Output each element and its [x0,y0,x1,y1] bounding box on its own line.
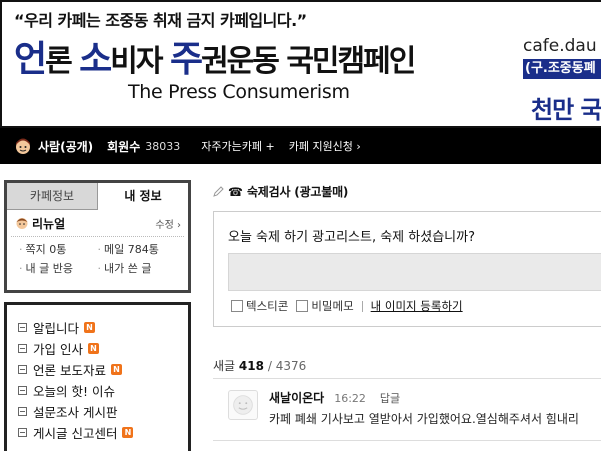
new-badge: N [122,427,134,438]
board-icon [18,344,27,353]
survey-question: 오늘 숙제 하기 광고리스트, 숙제 하셨습니까? [228,230,475,245]
user-nickname[interactable]: 리뉴얼 [32,215,65,232]
board-title: ☎ 숙제검사 (광고불매) [213,183,348,200]
comment-time: 16:22 [334,392,366,405]
board-title-text: 숙제검사 (광고불매) [246,185,349,199]
texticon-label: 텍스티콘 [246,299,289,313]
members-count: 38033 [145,139,181,153]
my-post-reactions-link[interactable]: · 내 글 반응 [19,260,98,276]
info-tabs: 카페정보 내 정보 [7,183,188,210]
menu-item-notices[interactable]: 알립니다 N [7,317,188,338]
new-badge: N [84,322,96,333]
board-menu: 알립니다 N 가입 인사 N 언론 보도자료 N 오늘의 핫! 이슈 설문조사 … [4,302,191,451]
new-badge: N [110,364,122,375]
menu-item-greetings[interactable]: 가입 인사 N [7,338,188,359]
commenter-avatar [228,390,258,420]
user-row: 리뉴얼 수정 › [7,210,188,236]
cafe-apply-link[interactable]: 카페 지원신청 › [289,138,361,154]
board-icon [18,323,27,332]
menu-item-survey-board[interactable]: 설문조사 게시판 [7,401,188,422]
new-badge: N [87,343,99,354]
menu-item-hot-issues[interactable]: 오늘의 핫! 이슈 [7,380,188,401]
user-avatar-icon [16,218,28,229]
post-count: 새글 418 / 4376 [213,359,307,373]
cafe-navbar: 사람(공개) 회원수 38033 자주가는카페 + 카페 지원신청 › [0,128,601,164]
secret-memo-label: 비밀메모 [311,299,354,313]
menu-item-report-center[interactable]: 게시글 신고센터 N [7,422,188,443]
stats-row: · 쪽지 0통 · 메일 784통 [19,239,176,258]
my-info-panel: 카페정보 내 정보 리뉴얼 수정 › · 쪽지 0통 · 메일 784통 · 내 글 … [4,180,191,293]
banner-url: cafe.dau [523,36,597,56]
my-posts-link[interactable]: · 내가 쓴 글 [98,260,177,276]
default-avatar-icon [233,395,253,415]
comment-input[interactable] [228,253,601,291]
board-icon [18,365,27,374]
comment-author[interactable]: 새날이온다 [269,389,324,406]
texticon-checkbox[interactable] [231,300,243,312]
register-image-link[interactable]: 내 이미지 등록하기 [371,298,463,314]
comment-body: 카페 폐쇄 기사보고 열받아서 가입했어요.열심해주셔서 힘내리 [269,412,579,426]
board-icon [18,428,27,437]
divider [361,300,363,312]
banner-million-text: 천만 국 [531,96,601,124]
banner-subtitle: The Press Consumerism [128,81,350,103]
members-label: 회원수 [107,139,141,154]
mail-count-link[interactable]: · 메일 784통 [98,241,177,257]
banner-title: 언론 소비자 주권운동 국민캠페인 [14,39,416,80]
user-stats: · 쪽지 0통 · 메일 784통 · 내 글 반응 · 내가 쓴 글 [11,236,184,279]
comment-meta: 새날이온다 16:22 답글 [269,389,400,406]
divider [213,378,601,379]
phone-icon: ☎ [228,184,243,199]
stats-row: · 내 글 반응 · 내가 쓴 글 [19,258,176,277]
comment-write-box: 오늘 숙제 하기 광고리스트, 숙제 하셨습니까? 텍스티콘 비밀메모 내 이미… [213,211,601,327]
member-level-icon [16,138,30,154]
menu-item-press-releases[interactable]: 언론 보도자료 N [7,359,188,380]
new-post-count: 418 [238,359,264,373]
divider [213,440,601,441]
edit-profile-link[interactable]: 수정 › [155,216,181,231]
board-icon [18,386,27,395]
member-level-label[interactable]: 사람(공개) [38,138,93,155]
total-post-count: 4376 [275,359,307,373]
pencil-icon [213,186,224,197]
cafe-banner: “우리 카페는 조중동 취재 금지 카페입니다.” 언론 소비자 주권운동 국민… [0,0,601,128]
board-icon [18,407,27,416]
tab-cafe-info[interactable]: 카페정보 [7,183,98,210]
notes-count-link[interactable]: · 쪽지 0통 [19,241,98,257]
frequent-cafe-link[interactable]: 자주가는카페 + [201,138,274,154]
banner-quote: “우리 카페는 조중동 취재 금지 카페입니다.” [14,11,307,30]
tab-my-info[interactable]: 내 정보 [98,183,188,210]
banner-url-box: (구.조중동폐 [523,59,601,79]
comment-options: 텍스티콘 비밀메모 내 이미지 등록하기 [231,298,463,314]
secret-memo-checkbox[interactable] [296,300,309,312]
reply-link[interactable]: 답글 [380,390,400,406]
